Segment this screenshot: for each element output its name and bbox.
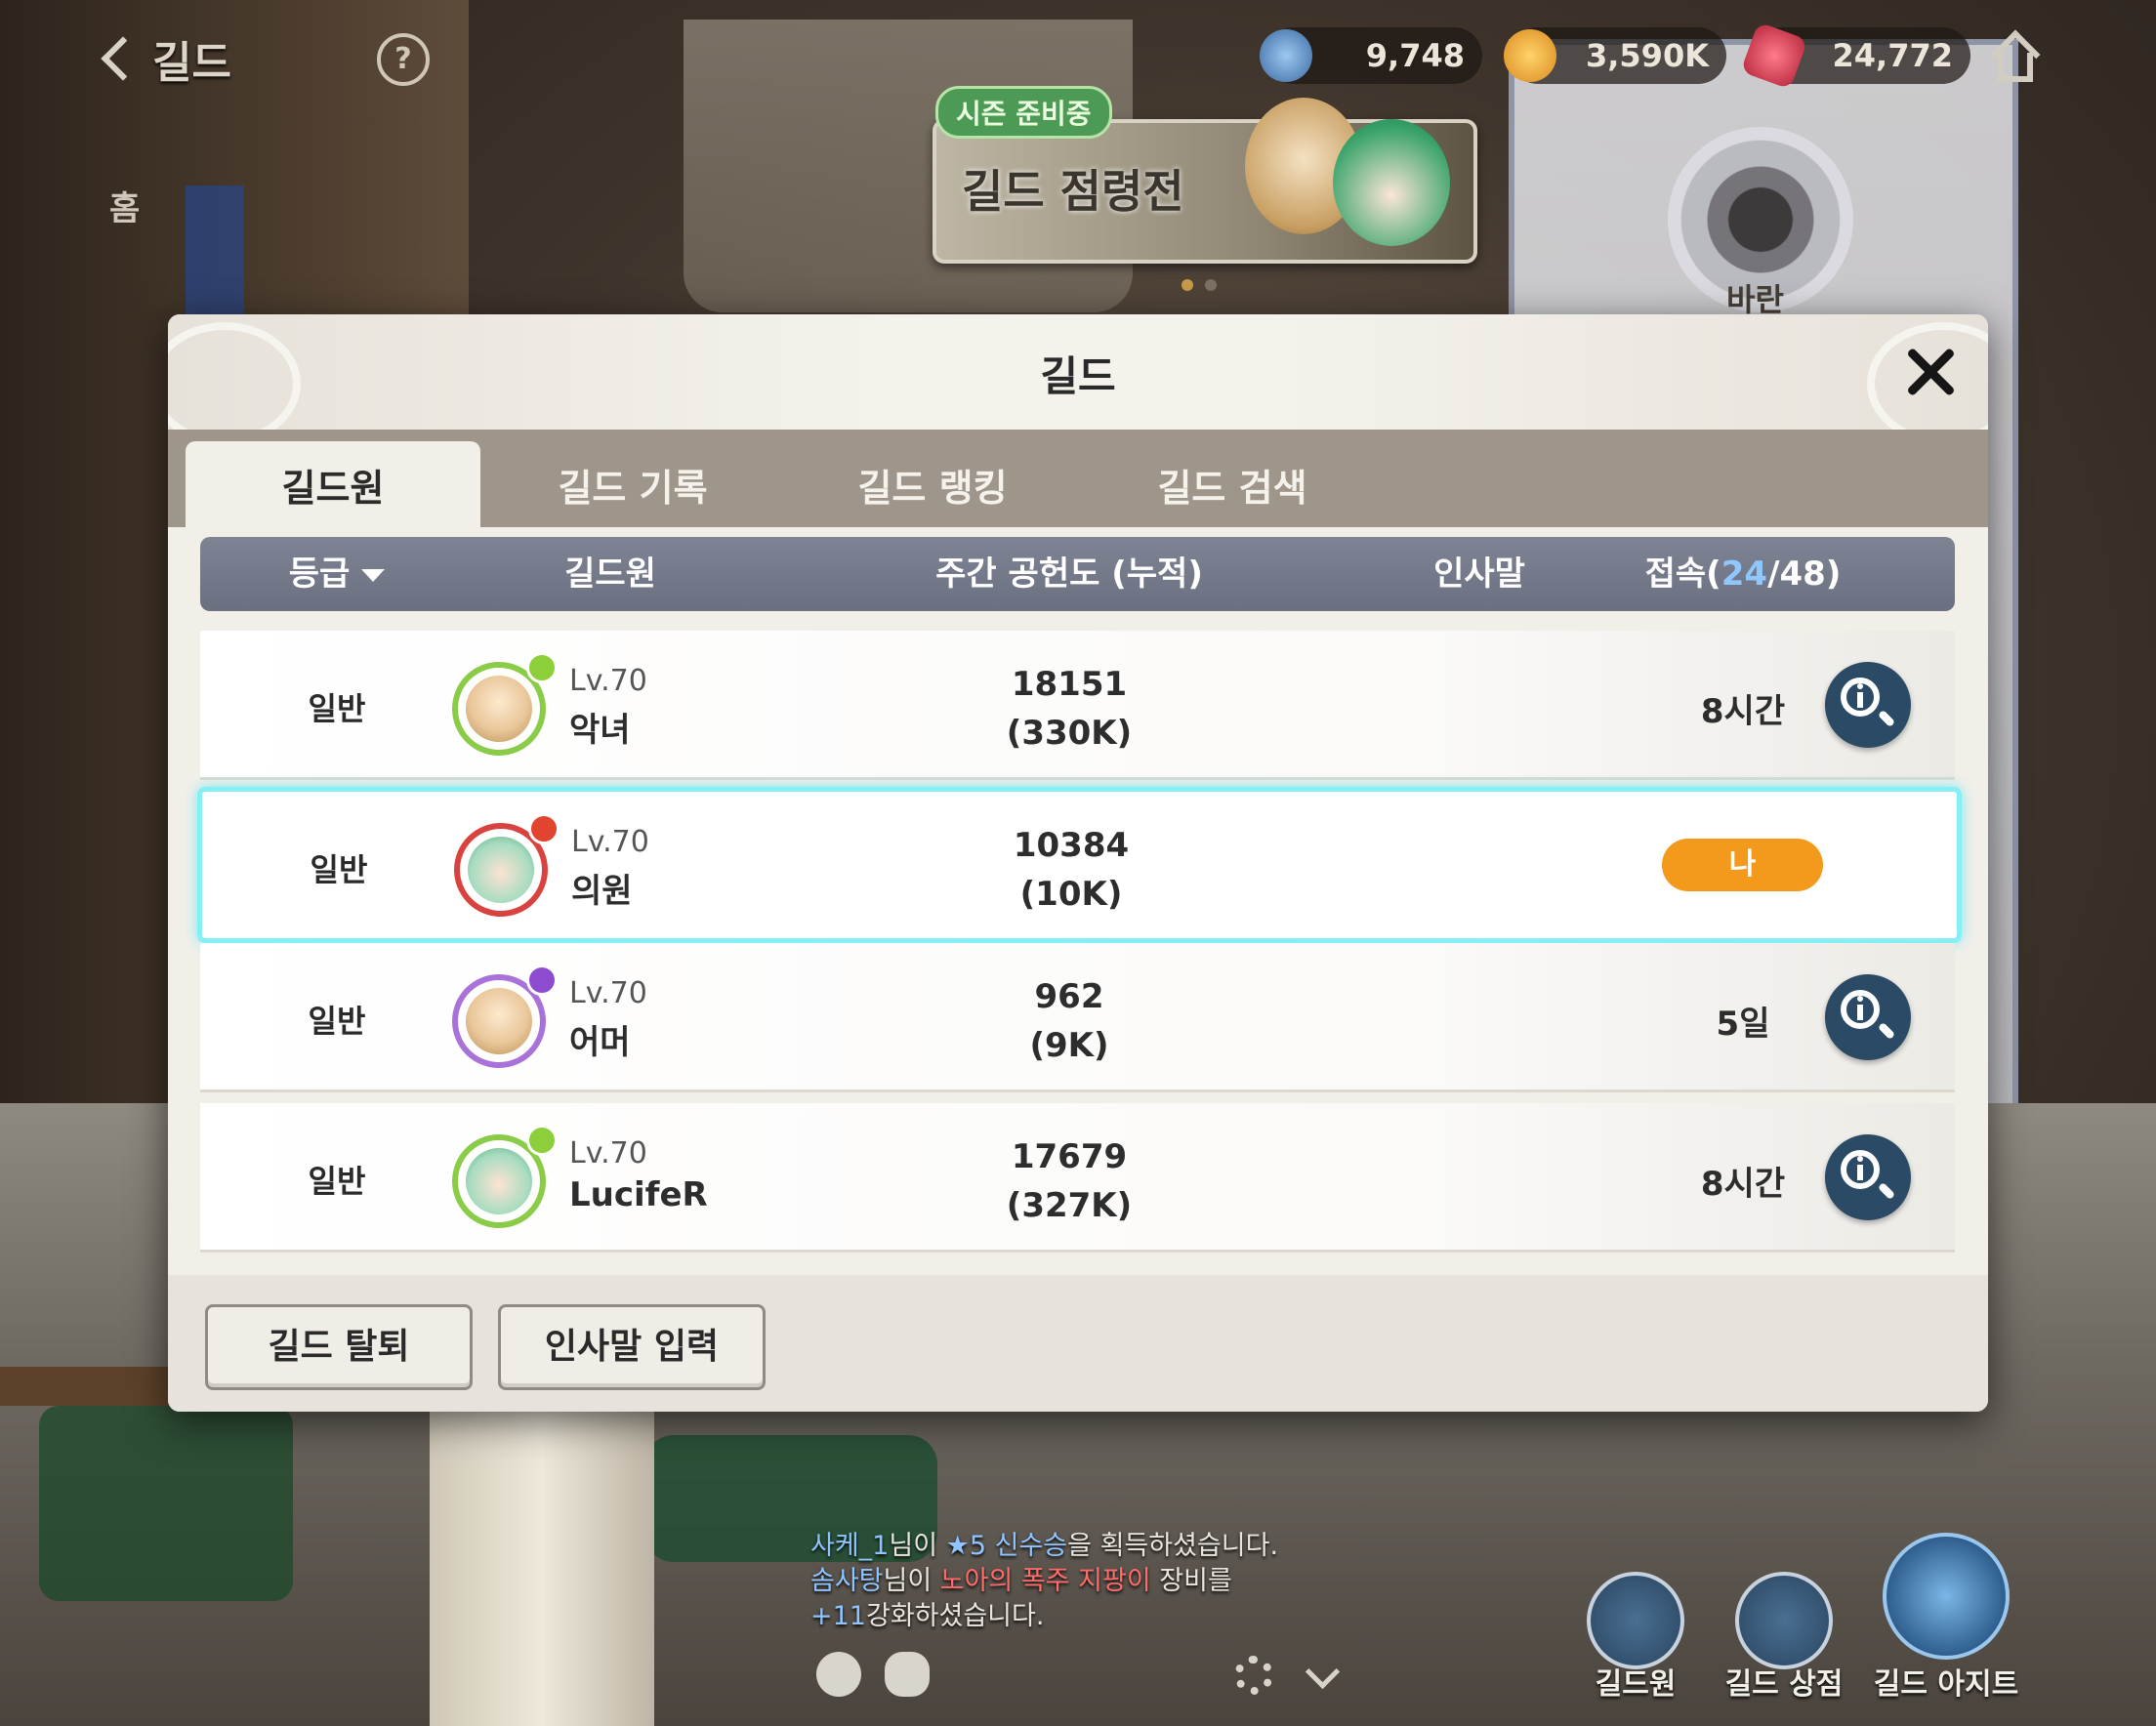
hideout-icon bbox=[1883, 1533, 2010, 1660]
tab-records[interactable]: 길드 기록 bbox=[485, 441, 780, 527]
self-badge: 나 bbox=[1662, 839, 1823, 891]
nav-label: 길드원 bbox=[1595, 1667, 1677, 1702]
leave-guild-button[interactable]: 길드 탈퇴 bbox=[205, 1304, 473, 1390]
season-title: 길드 점령전 bbox=[962, 165, 1184, 218]
tab-members[interactable]: 길드원 bbox=[186, 441, 480, 527]
nav-guild-hideout[interactable]: 길드 아지트 bbox=[1873, 1533, 2019, 1718]
member-level: Lv.70 bbox=[571, 825, 649, 859]
tab-ranking[interactable]: 길드 랭킹 bbox=[785, 441, 1080, 527]
member-info-button[interactable] bbox=[1825, 1134, 1911, 1220]
last-login: 8시간 bbox=[1700, 692, 1786, 731]
member-name: 어머 bbox=[569, 1023, 631, 1062]
chevron-left-icon bbox=[101, 36, 145, 81]
tab-search[interactable]: 길드 검색 bbox=[1085, 441, 1380, 527]
nav-guild-members[interactable]: 길드원 bbox=[1562, 1572, 1709, 1718]
nav-label: 길드 상점 bbox=[1724, 1667, 1844, 1702]
modal-header: 길드 bbox=[168, 314, 1988, 445]
sort-rank-button[interactable]: 등급 bbox=[259, 537, 415, 611]
member-name: LucifeR bbox=[569, 1175, 708, 1214]
member-contribution: 17679 (327K) bbox=[1006, 1137, 1133, 1225]
member-row: 일반 Lv.70 악녀 18151 (330K) 8시간 bbox=[200, 631, 1955, 780]
member-contribution: 10384 (10K) bbox=[1013, 826, 1130, 914]
member-row-self: 일반 Lv.70 의원 10384 (10K) 나 bbox=[197, 787, 1962, 943]
stamina-value: 9,748 bbox=[1365, 37, 1465, 74]
basket-icon bbox=[1735, 1572, 1833, 1669]
season-characters bbox=[1225, 90, 1460, 256]
season-status-badge: 시즌 준비중 bbox=[935, 86, 1112, 139]
member-rank: 일반 bbox=[308, 1003, 366, 1040]
close-icon[interactable] bbox=[1896, 338, 1965, 406]
side-menu-home[interactable]: 홈 bbox=[109, 182, 140, 229]
member-contribution: 18151 (330K) bbox=[1006, 665, 1133, 753]
enter-greeting-button[interactable]: 인사말 입력 bbox=[498, 1304, 766, 1390]
modal-footer: 길드 탈퇴 인사말 입력 bbox=[168, 1275, 1988, 1412]
chat-bubble-icon[interactable] bbox=[885, 1652, 930, 1697]
gold-value: 3,590K bbox=[1585, 37, 1709, 74]
guild-modal: 길드 길드원 길드 기록 길드 랭킹 길드 검색 등급 길드원 주간 공헌도 (… bbox=[168, 314, 1988, 1412]
member-rank: 일반 bbox=[308, 690, 366, 727]
member-header: 길드원 bbox=[564, 555, 656, 594]
member-level: Lv.70 bbox=[569, 1136, 647, 1171]
weekly-contribution-header: 주간 공헌도 (누적) bbox=[935, 555, 1203, 594]
tab-bar: 길드원 길드 기록 길드 랭킹 길드 검색 bbox=[168, 430, 1988, 527]
member-level: Lv.70 bbox=[569, 976, 647, 1010]
help-icon[interactable]: ? bbox=[377, 33, 430, 86]
member-info-button[interactable] bbox=[1825, 662, 1911, 748]
last-login: 8시간 bbox=[1700, 1165, 1786, 1204]
currency-gold[interactable]: 3,590K bbox=[1504, 27, 1726, 84]
currency-stamina[interactable]: 9,748 bbox=[1260, 27, 1482, 84]
carousel-dots bbox=[1182, 279, 1217, 291]
last-login: 5일 bbox=[1716, 1005, 1770, 1044]
gem-value: 24,772 bbox=[1832, 37, 1953, 74]
nav-label: 길드 아지트 bbox=[1873, 1667, 2019, 1702]
member-row: 일반 Lv.70 LucifeR 17679 (327K) 8시간 bbox=[200, 1103, 1955, 1253]
table-header: 등급 길드원 주간 공헌도 (누적) 인사말 접속(24/48) bbox=[200, 537, 1955, 611]
member-row: 일반 Lv.70 어머 962 (9K) 5일 bbox=[200, 943, 1955, 1092]
members-icon bbox=[1587, 1572, 1684, 1669]
element-icon bbox=[526, 1125, 558, 1156]
caret-down-icon bbox=[361, 569, 386, 582]
element-icon bbox=[526, 965, 558, 996]
online-header: 접속(24/48) bbox=[1644, 555, 1842, 594]
element-icon bbox=[528, 813, 560, 844]
home-icon[interactable] bbox=[1986, 25, 2045, 84]
emote-icon[interactable] bbox=[816, 1652, 861, 1697]
rank-header: 등급 bbox=[288, 555, 351, 594]
member-name: 의원 bbox=[571, 872, 633, 911]
member-rank: 일반 bbox=[310, 851, 368, 888]
page-title: 길드 bbox=[152, 38, 231, 88]
stamina-icon bbox=[1260, 29, 1312, 82]
member-info-button[interactable] bbox=[1825, 974, 1911, 1060]
gear-icon[interactable] bbox=[1234, 1656, 1273, 1695]
modal-title: 길드 bbox=[1040, 352, 1116, 400]
nav-guild-shop[interactable]: 길드 상점 bbox=[1711, 1572, 1857, 1718]
greeting-header: 인사말 bbox=[1433, 555, 1525, 594]
member-name: 악녀 bbox=[569, 711, 631, 750]
member-rank: 일반 bbox=[308, 1163, 366, 1200]
chat-log: 사케_1님이 ★5 신수승을 획득하셨습니다. 솜사탕님이 노아의 폭주 지팡이… bbox=[810, 1531, 1279, 1631]
currency-gem[interactable]: 24,772 bbox=[1740, 21, 1970, 90]
gold-coin-icon bbox=[1504, 29, 1556, 82]
member-contribution: 962 (9K) bbox=[1029, 977, 1109, 1065]
member-level: Lv.70 bbox=[569, 664, 647, 698]
back-button[interactable]: 길드 bbox=[98, 27, 231, 90]
element-icon bbox=[526, 652, 558, 683]
